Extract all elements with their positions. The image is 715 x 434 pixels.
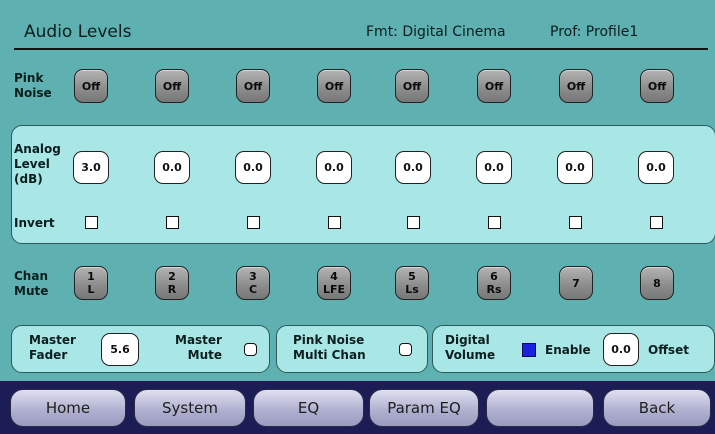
chan-mute-button-5[interactable]: 5 Ls xyxy=(395,266,429,300)
pink-noise-multi-panel: Pink Noise Multi Chan xyxy=(276,325,428,373)
pink-noise-button-1[interactable]: Off xyxy=(74,69,108,103)
bottom-nav-bar: Home System EQ Param EQ Back xyxy=(0,381,715,434)
chan-mute-name: C xyxy=(248,283,258,296)
pink-noise-button-2[interactable]: Off xyxy=(155,69,189,103)
pink-noise-label: Pink Noise xyxy=(14,71,52,101)
invert-checkbox-5[interactable] xyxy=(407,216,420,229)
invert-checkbox-7[interactable] xyxy=(569,216,582,229)
master-mute-label-line2: Mute xyxy=(187,348,222,362)
header-bar: Audio Levels Fmt: Digital Cinema Prof: P… xyxy=(14,18,708,50)
analog-level-input-4[interactable]: 0.0 xyxy=(316,151,352,184)
chan-mute-button-6[interactable]: 6 Rs xyxy=(477,266,511,300)
analog-level-input-3[interactable]: 0.0 xyxy=(235,151,271,184)
digital-volume-enable-label: Enable xyxy=(545,343,591,357)
profile-label: Prof: Profile1 xyxy=(550,24,639,40)
invert-label: Invert xyxy=(14,216,55,230)
chan-mute-name: L xyxy=(87,283,95,296)
pink-noise-button-4[interactable]: Off xyxy=(317,69,351,103)
eq-button[interactable]: EQ xyxy=(253,389,364,427)
pink-noise-button-6[interactable]: Off xyxy=(477,69,511,103)
analog-level-input-2[interactable]: 0.0 xyxy=(154,151,190,184)
chan-mute-button-2[interactable]: 2 R xyxy=(155,266,189,300)
pink-noise-button-8[interactable]: Off xyxy=(640,69,674,103)
chan-mute-button-7[interactable]: 7 xyxy=(559,266,593,300)
pink-noise-button-3[interactable]: Off xyxy=(236,69,270,103)
chan-mute-button-1[interactable]: 1 L xyxy=(74,266,108,300)
analog-level-input-6[interactable]: 0.0 xyxy=(476,151,512,184)
pink-noise-multi-label-line2: Multi Chan xyxy=(293,348,366,362)
home-button[interactable]: Home xyxy=(10,389,126,427)
chan-mute-label: Chan Mute xyxy=(14,269,48,299)
pink-noise-label-line1: Pink xyxy=(14,71,44,85)
analog-level-input-5[interactable]: 0.0 xyxy=(395,151,431,184)
master-fader-label: Master Fader xyxy=(29,333,76,363)
master-fader-label-line2: Fader xyxy=(29,348,68,362)
chan-mute-number: 5 xyxy=(408,270,416,283)
pink-noise-button-7[interactable]: Off xyxy=(559,69,593,103)
analog-level-label-line1: Analog xyxy=(14,142,61,156)
pink-noise-multi-label: Pink Noise Multi Chan xyxy=(293,333,366,363)
pink-noise-multi-label-line1: Pink Noise xyxy=(293,333,365,347)
analog-level-input-8[interactable]: 0.0 xyxy=(638,151,674,184)
chan-mute-button-3[interactable]: 3 C xyxy=(236,266,270,300)
chan-mute-button-4[interactable]: 4 LFE xyxy=(317,266,351,300)
invert-checkbox-1[interactable] xyxy=(85,216,98,229)
digital-volume-label-line2: Volume xyxy=(445,348,496,362)
chan-mute-name: Ls xyxy=(405,283,419,296)
chan-mute-number: 4 xyxy=(330,270,338,283)
chan-mute-name: LFE xyxy=(322,283,346,296)
chan-mute-label-line1: Chan xyxy=(14,269,48,283)
pink-noise-button-5[interactable]: Off xyxy=(395,69,429,103)
chan-mute-number: 2 xyxy=(168,270,176,283)
digital-volume-label-line1: Digital xyxy=(445,333,490,347)
master-fader-input[interactable]: 5.6 xyxy=(101,333,139,366)
digital-volume-panel: Digital Volume Enable 0.0 Offset xyxy=(432,325,715,373)
analog-level-label-line2: Level xyxy=(14,157,50,171)
chan-mute-name: Rs xyxy=(486,283,502,296)
chan-mute-number: 1 xyxy=(87,270,95,283)
system-button[interactable]: System xyxy=(134,389,246,427)
format-label: Fmt: Digital Cinema xyxy=(366,24,506,40)
param-eq-button[interactable]: Param EQ xyxy=(369,389,479,427)
master-fader-label-line1: Master xyxy=(29,333,76,347)
chan-mute-name: R xyxy=(167,283,177,296)
chan-mute-button-8[interactable]: 8 xyxy=(640,266,674,300)
analog-level-label: Analog Level (dB) xyxy=(14,142,61,187)
blank-button[interactable] xyxy=(486,389,594,427)
analog-level-input-1[interactable]: 3.0 xyxy=(73,151,109,184)
analog-level-panel xyxy=(11,125,715,244)
master-panel: Master Fader 5.6 Master Mute xyxy=(11,325,270,373)
chan-mute-number: 8 xyxy=(653,276,661,290)
analog-level-input-7[interactable]: 0.0 xyxy=(557,151,593,184)
invert-checkbox-3[interactable] xyxy=(247,216,260,229)
chan-mute-number: 6 xyxy=(490,270,498,283)
digital-volume-enable-checkbox[interactable] xyxy=(522,343,536,357)
analog-level-label-line3: (dB) xyxy=(14,172,43,186)
chan-mute-number: 3 xyxy=(249,270,257,283)
back-button[interactable]: Back xyxy=(603,389,711,427)
digital-volume-offset-label: Offset xyxy=(648,343,689,357)
digital-volume-offset-input[interactable]: 0.0 xyxy=(603,333,639,366)
pink-noise-multi-toggle[interactable] xyxy=(399,343,412,356)
master-mute-label-line1: Master xyxy=(175,333,222,347)
invert-checkbox-8[interactable] xyxy=(650,216,663,229)
digital-volume-label: Digital Volume xyxy=(445,333,495,363)
chan-mute-number: 7 xyxy=(572,276,580,290)
page-title: Audio Levels xyxy=(24,22,132,42)
master-mute-label: Master Mute xyxy=(175,333,222,363)
master-mute-toggle[interactable] xyxy=(244,343,257,356)
chan-mute-label-line2: Mute xyxy=(14,284,49,298)
invert-checkbox-6[interactable] xyxy=(488,216,501,229)
invert-checkbox-4[interactable] xyxy=(328,216,341,229)
pink-noise-label-line2: Noise xyxy=(14,86,52,100)
invert-checkbox-2[interactable] xyxy=(166,216,179,229)
